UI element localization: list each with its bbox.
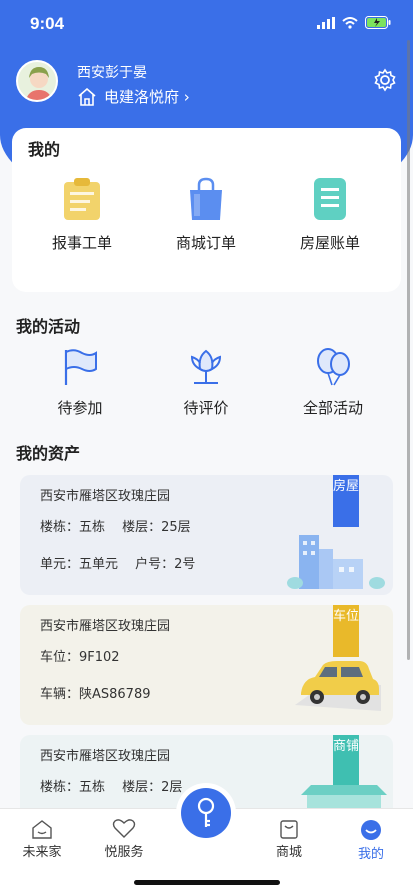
asset-detail-1: 车位：9F102 [40, 650, 120, 665]
bill-icon [314, 178, 346, 220]
asset-tag: 车位 [333, 605, 359, 657]
avatar[interactable] [16, 60, 58, 102]
asset-detail-1: 楼栋：五栋 楼层：2层 [40, 780, 183, 795]
community-selector[interactable]: 电建洛悦府 › [77, 86, 190, 107]
activities-title: 我的活动 [16, 317, 81, 336]
pending-review-label: 待评价 [183, 399, 229, 417]
nav-mine[interactable]: 我的 [331, 819, 411, 862]
home-indicator [134, 880, 280, 885]
assets-title: 我的资产 [16, 444, 81, 463]
key-icon [197, 797, 215, 827]
status-bar: 9:04 [0, 0, 413, 46]
nav-mine-label: 我的 [357, 847, 384, 862]
scrollbar[interactable] [407, 40, 410, 660]
mall-order-label: 商城订单 [175, 234, 236, 252]
building-illustration [287, 535, 385, 589]
signal-icon [317, 16, 335, 29]
asset-detail-2: 单元：五单元 户号：2号 [40, 557, 196, 572]
nav-home[interactable]: 未来家 [2, 819, 82, 860]
asset-card-parking[interactable]: 西安市雁塔区玫瑰庄园 车位：9F102 车辆：陕AS86789 车位 [20, 605, 393, 725]
house-bill-button[interactable]: 房屋账单 [275, 176, 385, 253]
report-ticket-button[interactable]: 报事工单 [27, 176, 137, 253]
clipboard-icon [64, 178, 100, 220]
house-bill-label: 房屋账单 [299, 234, 360, 252]
nav-service-label: 悦服务 [104, 845, 144, 860]
report-ticket-label: 报事工单 [51, 234, 112, 252]
asset-detail-2: 车辆：陕AS86789 [40, 687, 151, 702]
asset-address: 西安市雁塔区玫瑰庄园 [40, 749, 171, 764]
nav-home-label: 未来家 [22, 845, 62, 860]
asset-tag: 房屋 [333, 475, 359, 527]
pending-review-button[interactable]: 待评价 [151, 347, 261, 418]
status-icons [317, 16, 391, 29]
shop-icon [280, 820, 298, 839]
all-activities-label: 全部活动 [302, 399, 363, 417]
profile-icon [361, 820, 381, 840]
status-time: 9:04 [30, 14, 65, 33]
nav-mall[interactable]: 商城 [249, 819, 329, 860]
nav-service[interactable]: 悦服务 [84, 819, 164, 860]
asset-tag: 商铺 [333, 735, 359, 787]
asset-card-house[interactable]: 西安市雁塔区玫瑰庄园 楼栋：五栋 楼层：25层 单元：五单元 户号：2号 房屋 [20, 475, 393, 595]
asset-address: 西安市雁塔区玫瑰庄园 [40, 489, 171, 504]
key-button[interactable] [181, 788, 231, 838]
shopping-bag-icon [190, 177, 222, 220]
car-illustration [295, 661, 381, 711]
heart-icon [112, 819, 136, 838]
battery-icon [365, 16, 391, 29]
nav-mall-label: 商城 [275, 845, 302, 860]
community-name: 电建洛悦府 › [104, 88, 190, 106]
asset-address: 西安市雁塔区玫瑰庄园 [40, 619, 171, 634]
flower-icon [190, 349, 222, 384]
home-icon [32, 820, 52, 839]
mall-order-button[interactable]: 商城订单 [151, 176, 261, 253]
gear-icon[interactable] [373, 68, 397, 92]
wifi-icon [342, 16, 358, 29]
pending-join-button[interactable]: 待参加 [25, 347, 135, 418]
all-activities-button[interactable]: 全部活动 [278, 347, 388, 418]
asset-detail-1: 楼栋：五栋 楼层：25层 [40, 520, 191, 535]
home-outline-icon [78, 87, 96, 106]
mine-title: 我的 [28, 140, 61, 159]
pending-join-label: 待参加 [57, 399, 103, 417]
user-name: 西安彭于晏 [77, 65, 147, 81]
balloon-icon [317, 348, 350, 386]
flag-icon [64, 349, 97, 385]
